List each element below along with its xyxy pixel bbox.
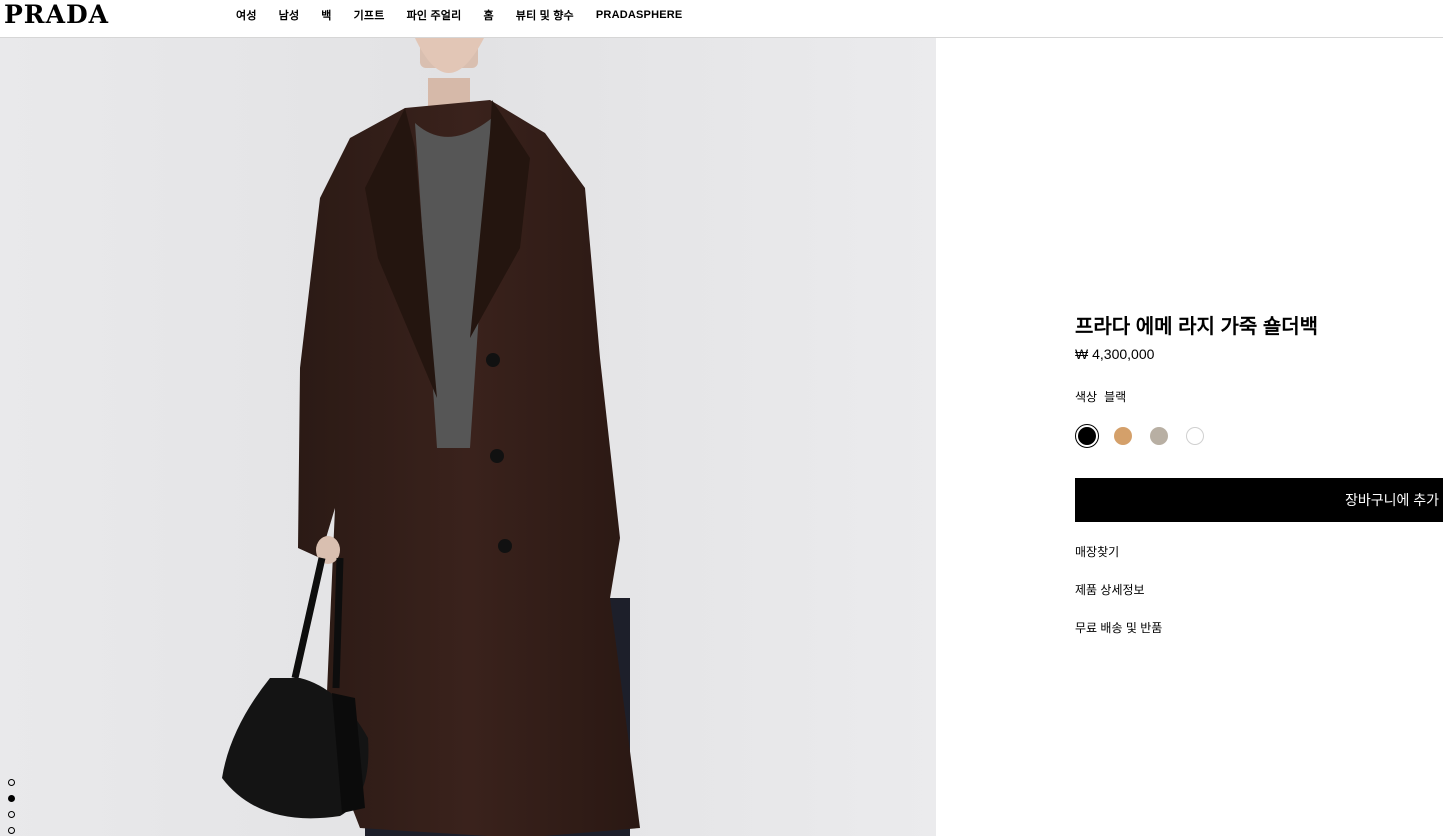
swatch-caramel[interactable] — [1111, 424, 1135, 448]
swatch-taupe[interactable] — [1147, 424, 1171, 448]
gallery-dot-3[interactable] — [8, 811, 15, 818]
nav-item-fine-jewelry[interactable]: 파인 주얼리 — [407, 7, 462, 23]
product-title: 프라다 에메 라지 가죽 숄더백 — [1075, 316, 1319, 338]
swatch-white[interactable] — [1183, 424, 1207, 448]
shipping-returns-link[interactable]: 무료 배송 및 반품 — [1075, 619, 1162, 636]
nav-item-men[interactable]: 남성 — [279, 7, 300, 23]
gallery-dot-4[interactable] — [8, 827, 15, 834]
color-selection-label: 색상 블랙 — [1075, 388, 1133, 405]
gallery-pagination — [8, 779, 15, 836]
color-value: 블랙 — [1104, 390, 1127, 404]
nav-item-women[interactable]: 여성 — [236, 7, 257, 23]
color-swatches — [1075, 424, 1207, 448]
gallery-dot-2[interactable] — [8, 795, 15, 802]
product-details-link[interactable]: 제품 상세정보 — [1075, 581, 1145, 598]
prada-logo[interactable]: PRADA — [4, 2, 109, 28]
product-photo — [0, 38, 936, 836]
nav-item-gifts[interactable]: 기프트 — [354, 7, 385, 23]
product-price: ₩ 4,300,000 — [1075, 346, 1155, 362]
add-to-cart-button[interactable]: 장바구니에 추가 — [1075, 478, 1443, 522]
site-header: PRADA 여성 남성 백 기프트 파인 주얼리 홈 뷰티 및 향수 PRADA… — [0, 0, 1443, 38]
product-image-gallery[interactable] — [0, 38, 936, 836]
main-nav: 여성 남성 백 기프트 파인 주얼리 홈 뷰티 및 향수 PRADASPHERE — [236, 0, 704, 30]
nav-item-pradasphere[interactable]: PRADASPHERE — [596, 9, 683, 21]
gallery-dot-1[interactable] — [8, 779, 15, 786]
nav-item-home[interactable]: 홈 — [483, 7, 493, 23]
color-label: 색상 — [1075, 390, 1098, 404]
nav-item-bags[interactable]: 백 — [321, 7, 331, 23]
nav-item-beauty[interactable]: 뷰티 및 향수 — [516, 7, 574, 23]
store-locator-link[interactable]: 매장찾기 — [1075, 543, 1119, 560]
swatch-black[interactable] — [1075, 424, 1099, 448]
product-info-panel: 프라다 에메 라지 가죽 숄더백 ₩ 4,300,000 색상 블랙 장바구니에 … — [936, 38, 1443, 836]
